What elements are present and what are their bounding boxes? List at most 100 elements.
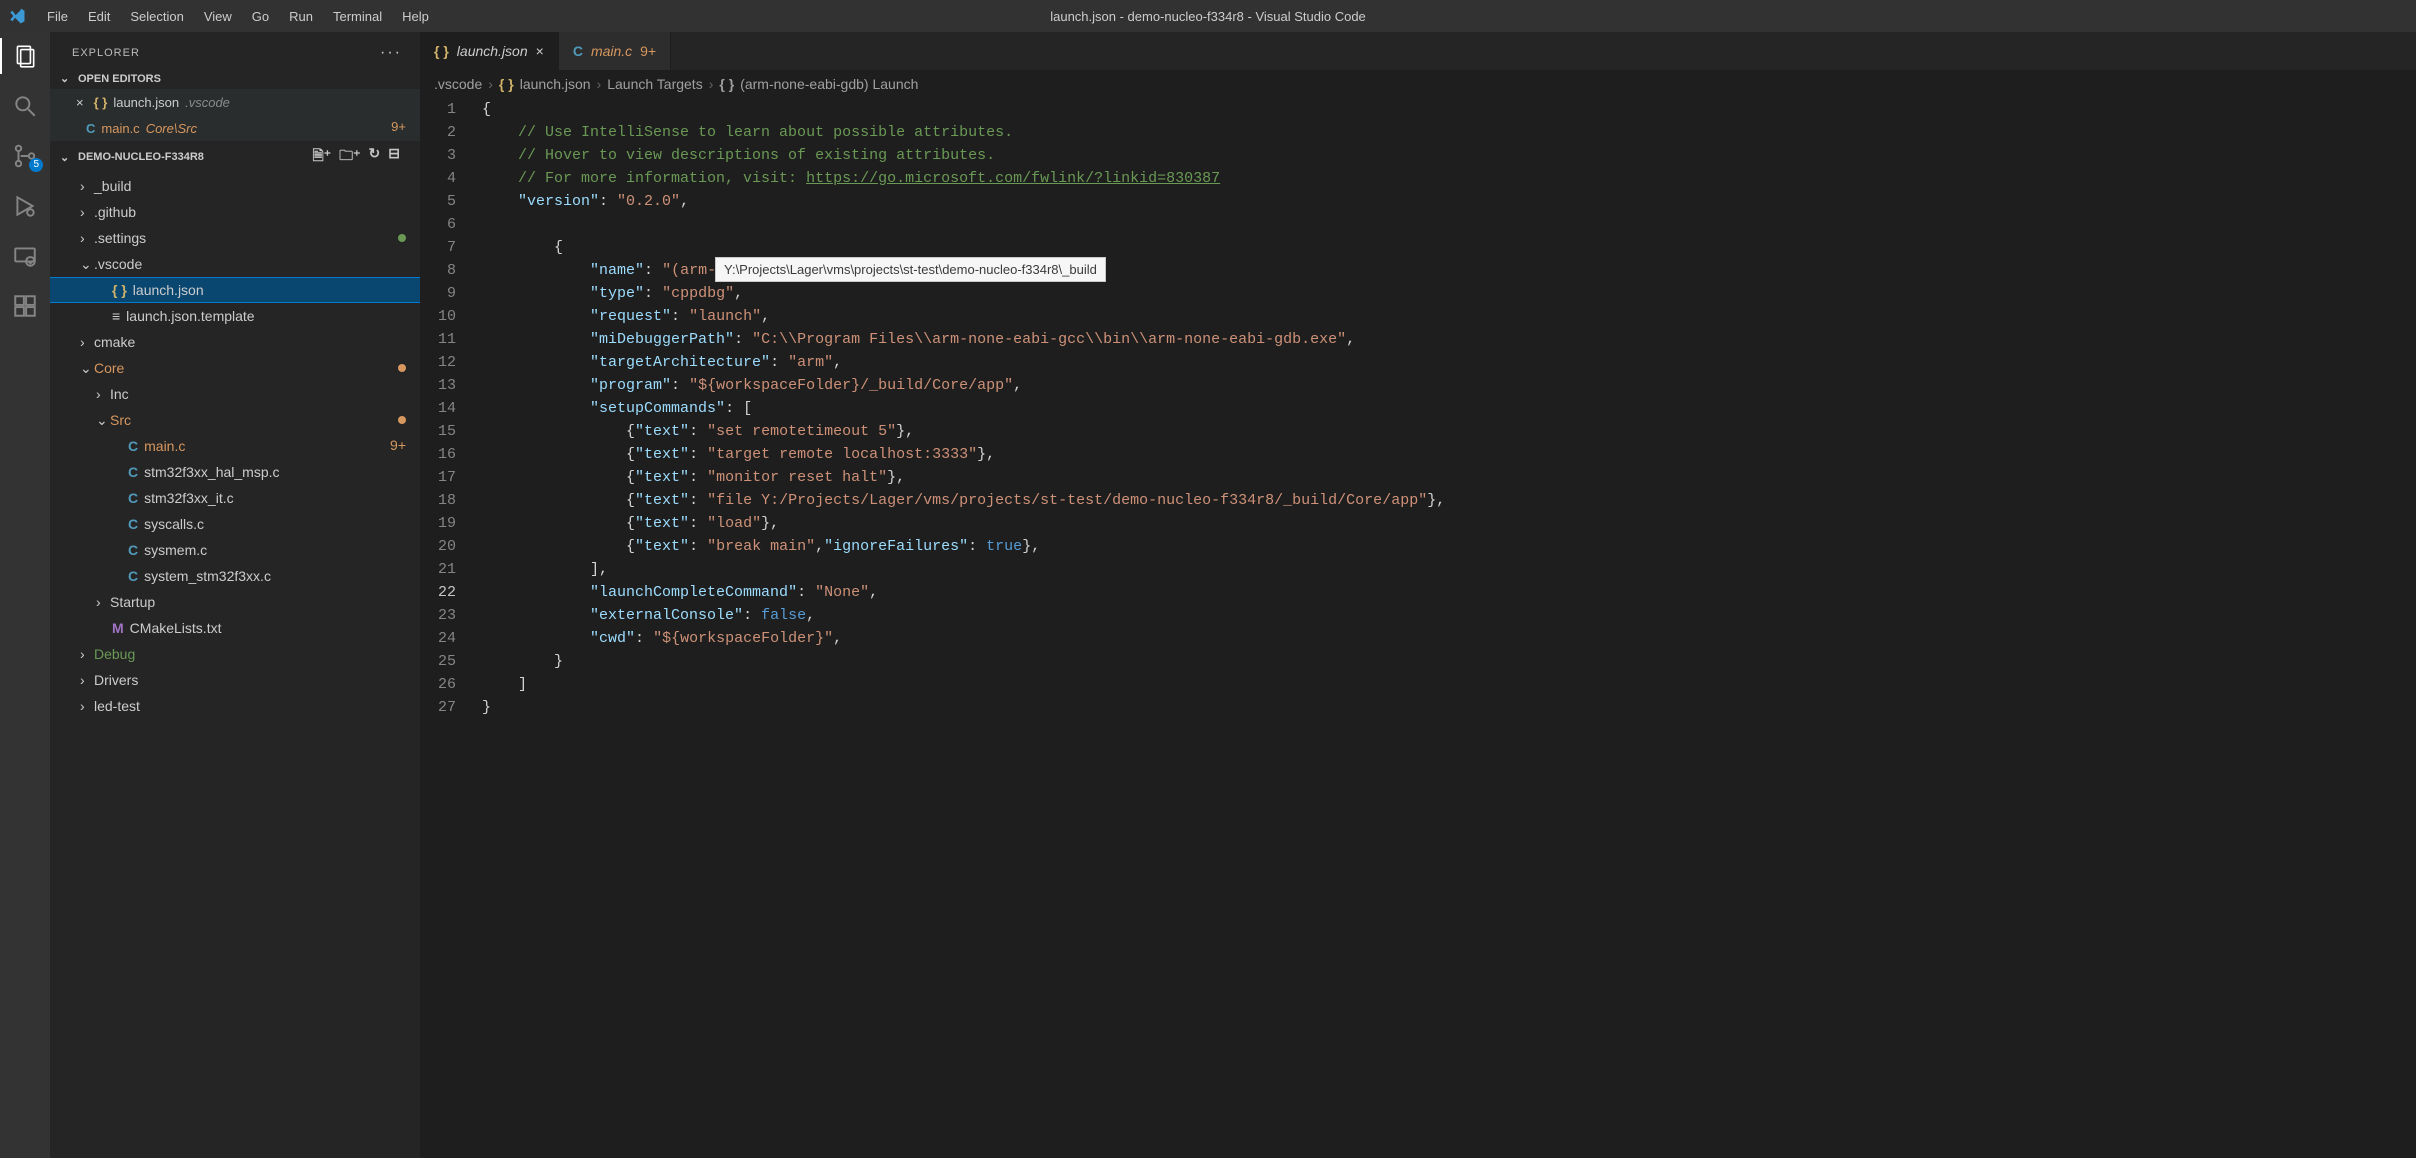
chevron-icon: ⌄ [80,360,94,377]
breadcrumb-item[interactable]: Launch Targets [607,76,702,92]
editor-tab[interactable]: { }launch.json× [420,32,559,70]
file-item[interactable]: Csyscalls.c [50,511,420,537]
open-editor-item[interactable]: × { } launch.json .vscode [50,89,420,115]
chevron-icon: ⌄ [80,256,94,273]
file-icon: C [128,516,138,532]
source-control-icon[interactable]: 5 [11,142,39,170]
menu-edit[interactable]: Edit [79,5,119,28]
file-item[interactable]: { }launch.json [50,277,420,303]
menu-view[interactable]: View [195,5,241,28]
folder-item[interactable]: ›Startup [50,589,420,615]
tab-label: main.c [591,43,632,59]
folder-item[interactable]: ›.settings [50,225,420,251]
tree-label: stm32f3xx_hal_msp.c [144,464,279,480]
file-label: launch.json [113,95,179,110]
window-title: launch.json - demo-nucleo-f334r8 - Visua… [1050,9,1366,24]
folder-item[interactable]: ›Drivers [50,667,420,693]
modified-dot-icon [398,416,406,424]
file-icon: { } [94,95,108,110]
file-icon: { } [434,43,449,59]
tree-label: Core [94,360,124,376]
menu-run[interactable]: Run [280,5,322,28]
path-tooltip: Y:\Projects\Lager\vms\projects\st-test\d… [715,257,1106,282]
file-icon: { } [112,282,127,298]
tree-label: .vscode [94,256,142,272]
open-editor-item[interactable]: Cmain.cCore\Src9+ [50,115,420,141]
open-editors-header[interactable]: ⌄OPEN EDITORS [50,68,420,89]
breadcrumb-icon: { } [499,76,514,92]
folder-item[interactable]: ›cmake [50,329,420,355]
folder-header[interactable]: ⌄DEMO-NUCLEO-F334R8 🗎⁺ 🗀⁺ ↻ ⊟ [50,141,420,173]
chevron-icon: › [80,646,94,662]
close-icon[interactable]: × [536,43,544,59]
folder-item[interactable]: ›led-test [50,693,420,719]
folder-item[interactable]: ›_build [50,173,420,199]
file-item[interactable]: Csystem_stm32f3xx.c [50,563,420,589]
file-item[interactable]: Csysmem.c [50,537,420,563]
file-hint: .vscode [185,95,230,110]
tree-label: launch.json.template [126,308,254,324]
more-icon[interactable]: ··· [380,44,402,62]
collapse-icon[interactable]: ⊟ [388,145,400,169]
chevron-icon: ⌄ [96,412,110,429]
chevron-icon: › [80,230,94,246]
new-folder-icon[interactable]: 🗀⁺ [339,145,360,169]
folder-item[interactable]: ›.github [50,199,420,225]
tree-label: Inc [110,386,129,402]
sidebar: EXPLORER ··· ⌄OPEN EDITORS ×{ }launch.js… [50,32,420,1158]
folder-item[interactable]: ⌄.vscode [50,251,420,277]
scm-badge: 5 [29,158,43,172]
modified-badge: 9+ [390,437,406,453]
file-label: main.c [101,121,139,136]
run-debug-icon[interactable] [11,192,39,220]
tree-label: Startup [110,594,155,610]
modified-dot-icon [398,234,406,242]
search-icon[interactable] [11,92,39,120]
breadcrumb-item[interactable]: .vscode [434,76,482,92]
file-item[interactable]: ≡launch.json.template [50,303,420,329]
modified-badge: 9+ [640,43,656,59]
folder-item[interactable]: ⌄Core [50,355,420,381]
activity-bar: 5 [0,32,50,1158]
breadcrumbs[interactable]: .vscode›{ }launch.json›Launch Targets›{ … [420,70,2416,98]
chevron-icon: › [96,594,110,610]
menu-terminal[interactable]: Terminal [324,5,391,28]
explorer-icon[interactable] [11,42,39,70]
file-icon: C [573,43,583,59]
folder-item[interactable]: ›Inc [50,381,420,407]
extensions-icon[interactable] [11,292,39,320]
new-file-icon[interactable]: 🗎⁺ [312,145,331,169]
remote-icon[interactable] [11,242,39,270]
file-item[interactable]: Cmain.c9+ [50,433,420,459]
menu-selection[interactable]: Selection [121,5,192,28]
file-item[interactable]: Cstm32f3xx_hal_msp.c [50,459,420,485]
tree-label: .settings [94,230,146,246]
file-icon: C [128,464,138,480]
file-item[interactable]: MCMakeLists.txt [50,615,420,641]
close-icon[interactable]: × [76,95,84,110]
folder-item[interactable]: ⌄Src [50,407,420,433]
tree-label: syscalls.c [144,516,204,532]
breadcrumb-item[interactable]: (arm-none-eabi-gdb) Launch [740,76,918,92]
breadcrumb-item[interactable]: launch.json [520,76,591,92]
vscode-logo-icon [8,7,26,25]
menu-help[interactable]: Help [393,5,438,28]
tree-label: stm32f3xx_it.c [144,490,233,506]
file-icon: C [86,121,95,136]
tree-label: Drivers [94,672,138,688]
sidebar-title: EXPLORER [72,47,140,59]
tree-label: Src [110,412,131,428]
editor-tabs: { }launch.json× Cmain.c 9+ [420,32,2416,70]
menu-file[interactable]: File [38,5,77,28]
folder-item[interactable]: ›Debug [50,641,420,667]
chevron-icon: › [96,386,110,402]
open-editors-label: OPEN EDITORS [78,73,161,85]
refresh-icon[interactable]: ↻ [369,145,381,169]
editor-area: { }launch.json×Cmain.c9+ .vscode›{ }laun… [420,32,2416,1158]
editor-tab[interactable]: Cmain.c 9+ [559,32,671,70]
file-item[interactable]: Cstm32f3xx_it.c [50,485,420,511]
menu-go[interactable]: Go [243,5,278,28]
folder-name: DEMO-NUCLEO-F334R8 [78,151,204,163]
titlebar: FileEditSelectionViewGoRunTerminalHelp l… [0,0,2416,32]
tree-label: system_stm32f3xx.c [144,568,271,584]
